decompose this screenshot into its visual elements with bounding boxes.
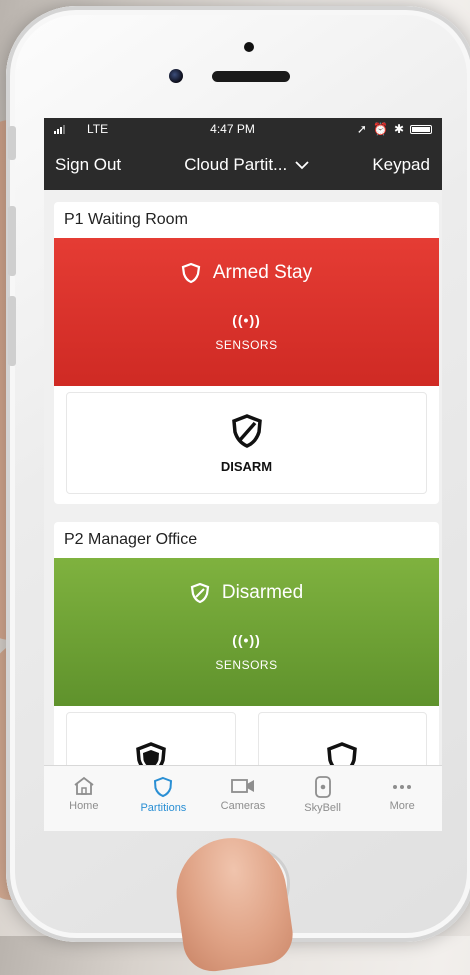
proximity-sensor: [244, 42, 254, 52]
arm-away-button[interactable]: [257, 712, 427, 766]
partition-card: P2 Manager Office Disarmed ((•)) SENSORS: [54, 522, 439, 766]
keypad-button[interactable]: Keypad: [372, 155, 430, 175]
tab-label: More: [389, 800, 415, 812]
nav-bar: Sign Out Cloud Partit... Keypad: [44, 140, 442, 190]
partition-state: Armed Stay: [212, 262, 313, 283]
partition-status-disarmed[interactable]: Disarmed ((•)) SENSORS: [54, 558, 439, 706]
carrier-label: LTE: [87, 122, 109, 136]
tab-label: Cameras: [220, 800, 266, 812]
shield-outline-icon: [327, 742, 358, 766]
disarm-label: DISARM: [220, 458, 273, 474]
sign-out-button[interactable]: Sign Out: [55, 155, 121, 175]
sensors-button[interactable]: SENSORS: [215, 338, 277, 352]
partition-card: P1 Waiting Room Armed Stay ((•)) SENSORS…: [54, 202, 439, 504]
phone-frame: LTE 4:47 PM ➚ ⏰ ✱ Sign Out Cloud Partit.…: [6, 6, 470, 942]
mute-switch: [8, 126, 16, 160]
status-bar: LTE 4:47 PM ➚ ⏰ ✱: [44, 118, 442, 140]
chevron-down-icon: [295, 161, 309, 170]
tab-skybell[interactable]: SkyBell: [283, 766, 363, 814]
more-icon: [393, 785, 412, 789]
shield-filled-icon: [135, 742, 166, 766]
location-icon: ➚: [356, 122, 367, 136]
tab-more[interactable]: More: [362, 766, 442, 812]
partition-name: P1 Waiting Room: [64, 211, 188, 228]
tab-label: Home: [69, 800, 99, 812]
partitions-list[interactable]: P1 Waiting Room Armed Stay ((•)) SENSORS…: [44, 190, 442, 766]
volume-down-button: [8, 296, 16, 366]
tab-bar: Home Partitions Cameras SkyBell More: [44, 765, 442, 831]
tab-partitions[interactable]: Partitions: [124, 766, 204, 814]
signal-icon: [54, 124, 65, 134]
tab-cameras[interactable]: Cameras: [203, 766, 283, 812]
front-camera: [169, 69, 183, 83]
shield-check-icon: [190, 582, 210, 604]
earpiece-speaker: [212, 71, 290, 82]
alarm-icon: ⏰: [372, 122, 388, 136]
tab-label: Partitions: [140, 802, 187, 814]
partition-status-armed[interactable]: Armed Stay ((•)) SENSORS: [54, 238, 439, 386]
battery-icon: [410, 124, 432, 134]
arm-stay-button[interactable]: [66, 712, 236, 766]
shield-slash-icon: [231, 413, 262, 448]
sensors-icon: ((•)): [232, 312, 261, 328]
tab-label: SkyBell: [304, 802, 341, 814]
partition-selector[interactable]: Cloud Partit...: [184, 155, 309, 175]
clock: 4:47 PM: [210, 122, 255, 136]
disarm-button[interactable]: DISARM: [66, 392, 427, 494]
nav-title: Cloud Partit...: [184, 155, 288, 174]
bluetooth-icon: ✱: [393, 122, 404, 136]
tab-home[interactable]: Home: [44, 766, 124, 812]
partition-state: Disarmed: [221, 582, 304, 603]
volume-up-button: [8, 206, 16, 276]
sensors-icon: ((•)): [232, 632, 261, 648]
doorbell-icon: [314, 776, 331, 798]
partition-name: P2 Manager Office: [64, 531, 198, 548]
home-icon: [74, 776, 94, 795]
app-screen: LTE 4:47 PM ➚ ⏰ ✱ Sign Out Cloud Partit.…: [44, 118, 442, 831]
sensors-button[interactable]: SENSORS: [215, 658, 277, 672]
shield-icon: [154, 776, 173, 798]
camera-icon: [231, 779, 254, 793]
shield-icon: [181, 262, 201, 284]
